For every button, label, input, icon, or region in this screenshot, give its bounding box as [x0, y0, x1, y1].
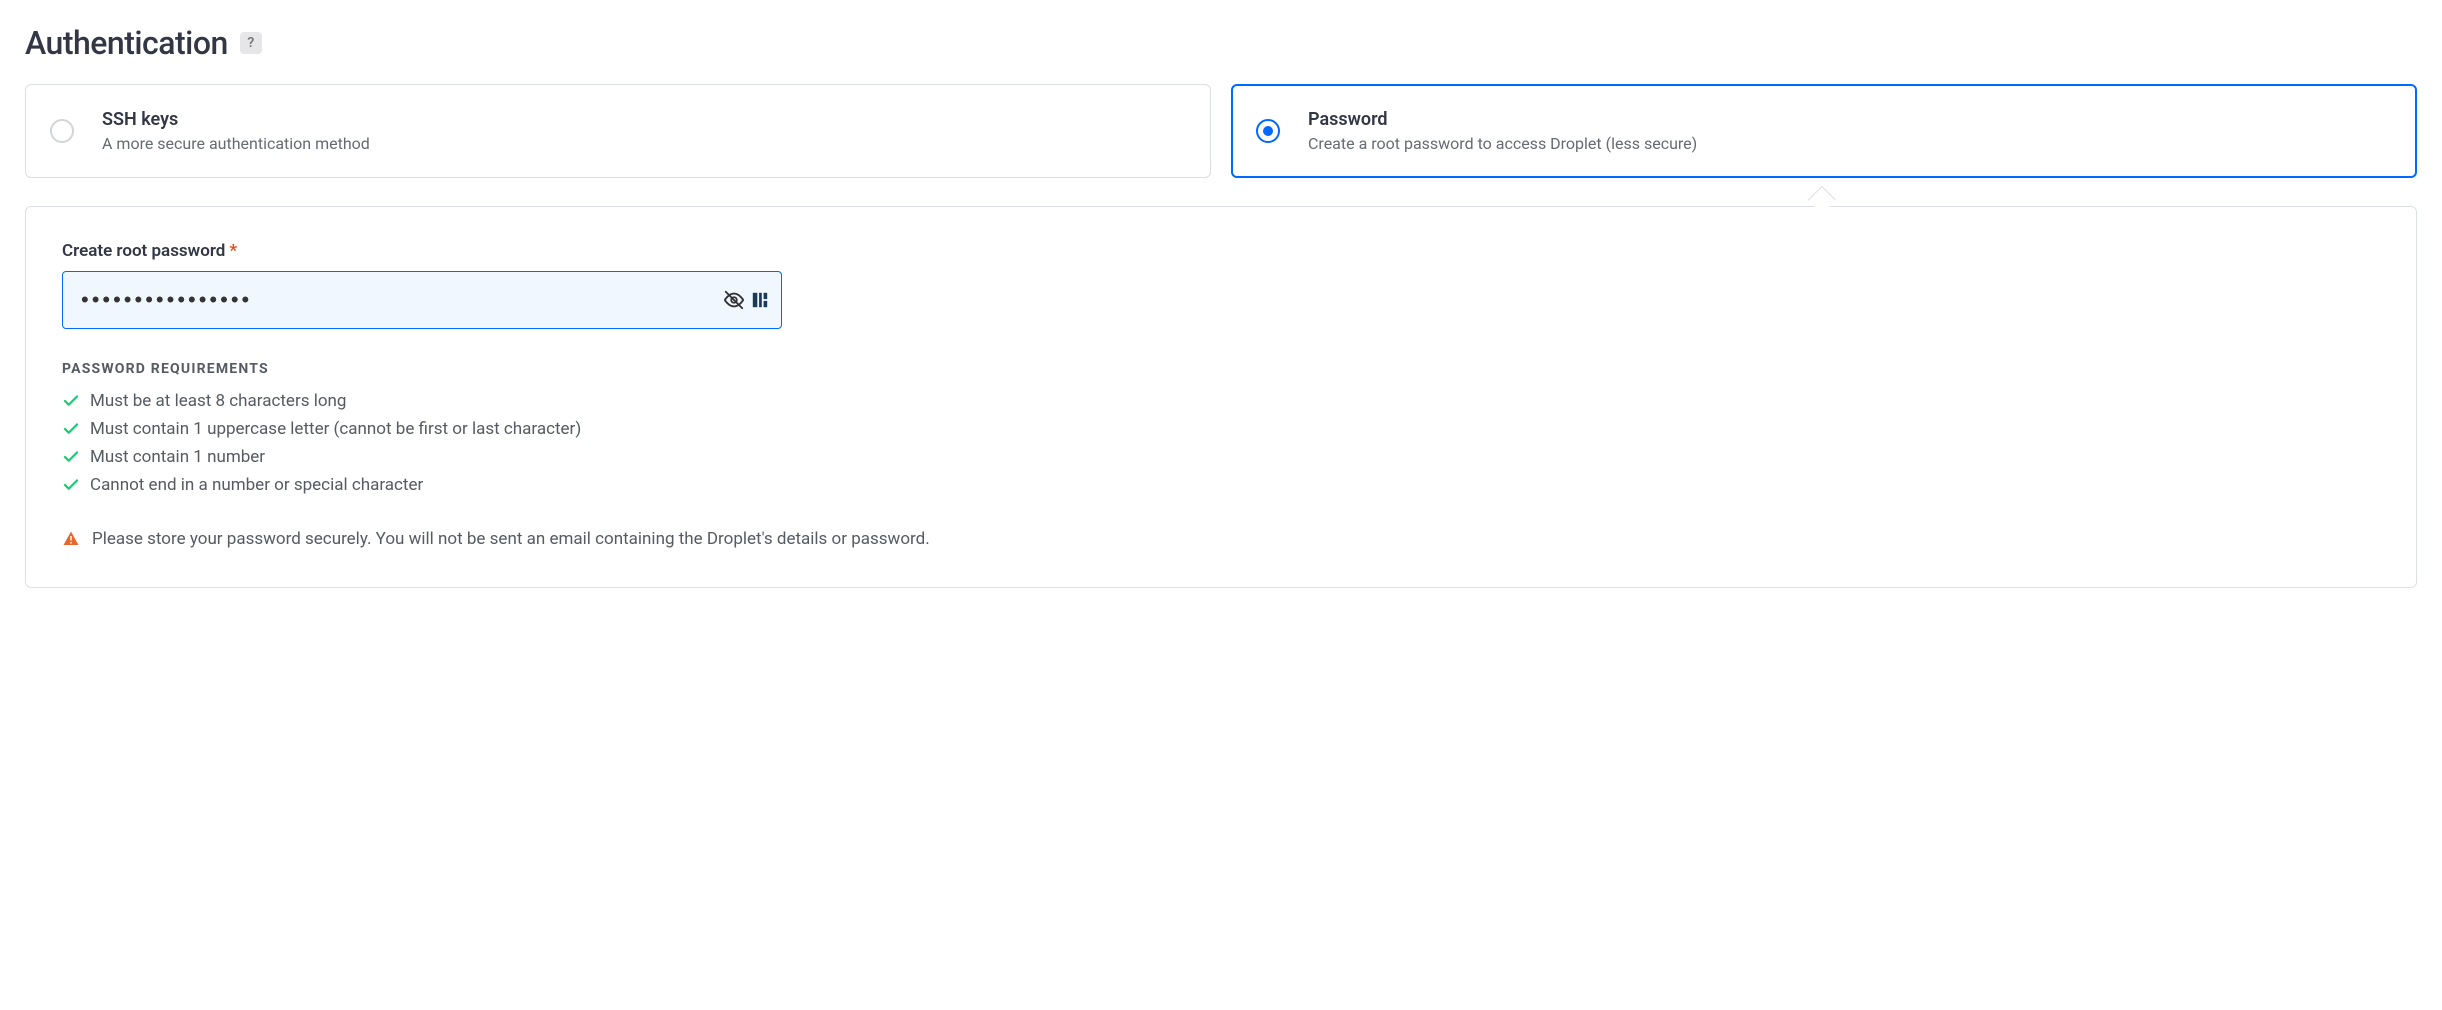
- password-label-text: Create root password: [62, 241, 225, 261]
- requirement-text: Must contain 1 number: [90, 447, 265, 467]
- radio-password[interactable]: [1256, 119, 1280, 143]
- required-star-icon: *: [229, 241, 237, 261]
- check-icon: [62, 420, 80, 438]
- help-icon[interactable]: ?: [240, 32, 262, 54]
- requirement-item: Must be at least 8 characters long: [62, 391, 2380, 411]
- auth-option-ssh-subtitle: A more secure authentication method: [102, 134, 370, 153]
- input-icons: [722, 288, 770, 312]
- password-manager-icon[interactable]: [750, 290, 770, 310]
- requirements-header: PASSWORD REQUIREMENTS: [62, 361, 2380, 377]
- radio-dot-icon: [1263, 126, 1273, 136]
- auth-option-password-title: Password: [1308, 109, 1697, 130]
- auth-option-password-text: Password Create a root password to acces…: [1308, 109, 1697, 153]
- password-input-wrap: [62, 271, 782, 329]
- auth-option-ssh[interactable]: SSH keys A more secure authentication me…: [25, 84, 1211, 178]
- section-header: Authentication ?: [25, 24, 2417, 62]
- auth-options-row: SSH keys A more secure authentication me…: [25, 84, 2417, 178]
- radio-ssh[interactable]: [50, 119, 74, 143]
- auth-option-ssh-text: SSH keys A more secure authentication me…: [102, 109, 370, 153]
- warning-icon: [62, 530, 80, 548]
- password-panel-wrap: Create root password *: [25, 206, 2417, 588]
- auth-option-password[interactable]: Password Create a root password to acces…: [1231, 84, 2417, 178]
- requirement-text: Must be at least 8 characters long: [90, 391, 346, 411]
- password-field-label: Create root password *: [62, 241, 2380, 261]
- check-icon: [62, 392, 80, 410]
- eye-off-icon[interactable]: [722, 288, 746, 312]
- password-panel: Create root password *: [25, 206, 2417, 588]
- warning-text: Please store your password securely. You…: [92, 529, 930, 549]
- section-title: Authentication: [25, 24, 228, 62]
- requirements-list: Must be at least 8 characters long Must …: [62, 391, 2380, 495]
- check-icon: [62, 476, 80, 494]
- requirement-item: Must contain 1 number: [62, 447, 2380, 467]
- requirement-text: Must contain 1 uppercase letter (cannot …: [90, 419, 581, 439]
- password-input[interactable]: [62, 271, 782, 329]
- requirement-item: Cannot end in a number or special charac…: [62, 475, 2380, 495]
- requirement-item: Must contain 1 uppercase letter (cannot …: [62, 419, 2380, 439]
- auth-option-password-subtitle: Create a root password to access Droplet…: [1308, 134, 1697, 153]
- requirement-text: Cannot end in a number or special charac…: [90, 475, 423, 495]
- check-icon: [62, 448, 80, 466]
- panel-arrow-icon: [1807, 186, 1835, 214]
- auth-option-ssh-title: SSH keys: [102, 109, 370, 130]
- warning-row: Please store your password securely. You…: [62, 529, 2380, 549]
